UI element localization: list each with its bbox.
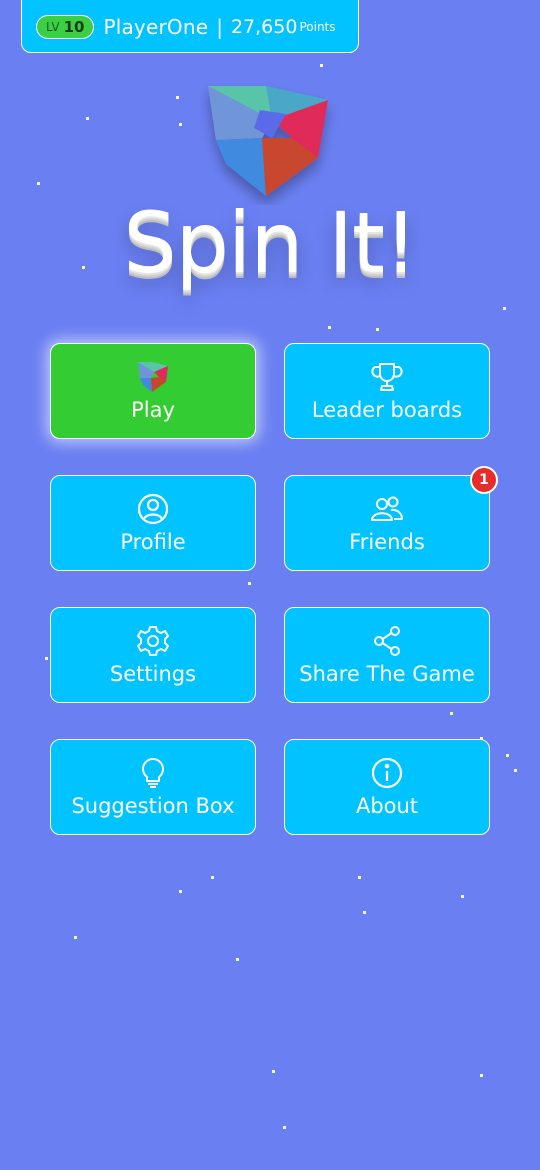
leaderboards-button[interactable]: Leader boards bbox=[284, 343, 490, 439]
profile-button[interactable]: Profile bbox=[50, 475, 256, 571]
player-info-bar[interactable]: LV 10 PlayerOne | 27,650 Points bbox=[21, 0, 359, 53]
user-circle-icon bbox=[136, 492, 170, 526]
game-title: Spin It! bbox=[123, 194, 417, 292]
friends-notification-badge: 1 bbox=[470, 466, 498, 494]
about-label: About bbox=[355, 794, 419, 818]
settings-label: Settings bbox=[109, 662, 197, 686]
suggestion-box-button[interactable]: Suggestion Box bbox=[50, 739, 256, 835]
level-prefix: LV bbox=[46, 19, 60, 34]
friends-label: Friends bbox=[349, 530, 425, 554]
share-button[interactable]: Share The Game bbox=[284, 607, 490, 703]
trophy-icon bbox=[370, 360, 404, 394]
play-button[interactable]: Play bbox=[50, 343, 256, 439]
points-label: Points bbox=[299, 19, 336, 34]
lightbulb-icon bbox=[136, 756, 170, 790]
info-icon bbox=[370, 756, 404, 790]
suggestion-box-label: Suggestion Box bbox=[71, 794, 235, 818]
gear-icon bbox=[136, 624, 170, 658]
cube-icon bbox=[135, 360, 171, 394]
level-badge: LV 10 bbox=[36, 14, 95, 39]
cube-logo-icon bbox=[208, 86, 328, 196]
leaderboards-label: Leader boards bbox=[311, 398, 463, 422]
play-label: Play bbox=[131, 398, 175, 422]
share-icon bbox=[370, 624, 404, 658]
settings-button[interactable]: Settings bbox=[50, 607, 256, 703]
level-number: 10 bbox=[63, 17, 85, 36]
share-label: Share The Game bbox=[299, 662, 475, 686]
friends-button[interactable]: Friends bbox=[284, 475, 490, 571]
points-value: 27,650 bbox=[230, 15, 298, 38]
friends-icon bbox=[369, 492, 405, 526]
separator: | bbox=[216, 14, 223, 39]
player-name: PlayerOne bbox=[103, 14, 209, 39]
profile-label: Profile bbox=[120, 530, 186, 554]
about-button[interactable]: About bbox=[284, 739, 490, 835]
